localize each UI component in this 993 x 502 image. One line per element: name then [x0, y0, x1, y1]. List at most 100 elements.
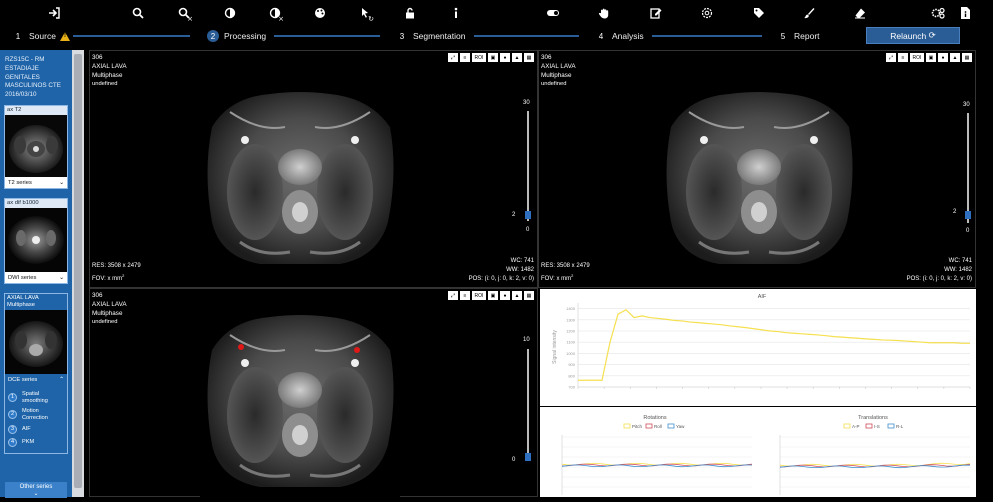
roi-button[interactable]: ROI: [472, 53, 486, 62]
step-text: Motion: [22, 408, 39, 414]
viewport-info: 306 AXIAL LAVA Multiphase undefined: [92, 291, 127, 327]
other-series-button[interactable]: Other series ⌄: [5, 482, 67, 498]
slice-slider[interactable]: [965, 113, 971, 223]
expand-icon[interactable]: ⤢: [448, 53, 458, 62]
viewport-top-left[interactable]: 306 AXIAL LAVA Multiphase undefined ⤢ ≡ RO…: [89, 50, 538, 288]
legend-swatch: [887, 423, 895, 429]
edit-icon[interactable]: [646, 3, 666, 23]
series-type: Multiphase: [92, 310, 123, 317]
step-segmentation[interactable]: 3 Segmentation: [396, 30, 466, 42]
roi-button[interactable]: ROI: [910, 53, 924, 62]
processing-step[interactable]: 3 AIF: [8, 425, 67, 434]
series-thumbnail[interactable]: [5, 208, 67, 272]
palette-icon[interactable]: [310, 3, 330, 23]
hand-icon[interactable]: [594, 3, 614, 23]
expand-icon[interactable]: ⤢: [886, 53, 896, 62]
chart-title: Rotations: [643, 415, 666, 421]
settings-icon[interactable]: [697, 3, 717, 23]
save-icon[interactable]: ▣: [488, 291, 498, 300]
y-tick-label: 1000: [566, 351, 576, 356]
contrast-x-icon[interactable]: ×: [265, 3, 285, 23]
lock-icon[interactable]: ▲: [512, 53, 522, 62]
series-select[interactable]: DWI series ⌄: [5, 272, 67, 283]
series-label: AXIAL LAVA Multiphase: [5, 294, 67, 310]
search-icon[interactable]: [128, 3, 148, 23]
slider-knob[interactable]: [525, 453, 531, 461]
list-icon[interactable]: ≡: [460, 53, 470, 62]
series-card-t2[interactable]: ax T2 T2 series ⌄: [4, 105, 68, 189]
processing-step[interactable]: 1 Spatial smoothing: [8, 391, 67, 404]
lock-icon[interactable]: ▲: [512, 291, 522, 300]
series-id: 306: [541, 54, 552, 61]
palette-icon[interactable]: ●: [500, 291, 510, 300]
legend-label: Roll: [654, 424, 662, 429]
legend-label: A-P: [852, 424, 860, 429]
step-connector: [274, 35, 380, 37]
series-card-dce[interactable]: AXIAL LAVA Multiphase DCE series ⌃ 1 Spati…: [4, 293, 68, 454]
processing-steps: 1 Spatial smoothing 2 Motion Correction 3 AIF…: [5, 385, 67, 453]
palette-icon[interactable]: ●: [938, 53, 948, 62]
scrollbar-thumb[interactable]: [74, 54, 82, 488]
mr-image[interactable]: [200, 72, 400, 272]
step-source[interactable]: 1 Source: [12, 30, 70, 42]
series-select[interactable]: T2 series ⌄: [5, 177, 67, 188]
contrast-icon[interactable]: [220, 3, 240, 23]
step-report[interactable]: 5 Report: [777, 30, 820, 42]
y-tick-label: 1400: [566, 306, 576, 311]
patient-info: RZS15C - RM ESTADIAJE GENITALES MASCULIN…: [5, 56, 61, 100]
chart-title: Translations: [858, 415, 888, 421]
viewport-bottom-left[interactable]: 306 AXIAL LAVA Multiphase undefined ⤢ ≡ RO…: [89, 288, 538, 497]
series-type: Multiphase: [92, 72, 123, 79]
series-thumbnail[interactable]: [5, 115, 67, 177]
processing-step[interactable]: 2 Motion Correction: [8, 408, 67, 421]
tags-icon[interactable]: [749, 3, 769, 23]
refresh-icon: ⟳: [928, 30, 936, 40]
lock-icon[interactable]: ▲: [950, 53, 960, 62]
series-select[interactable]: DCE series ⌃: [5, 374, 67, 385]
roi-button[interactable]: ROI: [472, 291, 486, 300]
relaunch-button[interactable]: Relaunch ⟳: [866, 27, 960, 44]
slider-knob[interactable]: [965, 211, 971, 219]
slider-knob[interactable]: [525, 211, 531, 219]
chart-title: AIF: [758, 294, 767, 300]
step-number: 1: [15, 31, 21, 41]
palette-icon[interactable]: ●: [500, 53, 510, 62]
grid-icon[interactable]: ▦: [524, 291, 534, 300]
list-icon[interactable]: ≡: [460, 291, 470, 300]
expand-icon[interactable]: ⤢: [448, 291, 458, 300]
slice-slider[interactable]: [525, 349, 531, 461]
other-series-label: Other series: [19, 484, 53, 490]
viewport-top-right[interactable]: 306 AXIAL LAVA Multiphase undefined ⤢ ≡ RO…: [538, 50, 976, 288]
mr-image[interactable]: [200, 293, 400, 497]
grid-icon[interactable]: ▦: [524, 53, 534, 62]
aif-chart: AIF Signal intensity 700 800 900 1000 1100 12…: [540, 289, 976, 406]
rotations-chart: Rotations Pitch Roll Yaw: [540, 407, 758, 497]
aif-roi-marker[interactable]: [238, 344, 244, 350]
patient-line: GENITALES: [5, 73, 40, 81]
series-thumbnail[interactable]: [5, 310, 67, 374]
series-select-value: T2 series: [8, 179, 32, 186]
sign-in-icon[interactable]: [44, 3, 64, 23]
aif-roi-marker[interactable]: [354, 347, 360, 353]
grid-icon[interactable]: ▦: [962, 53, 972, 62]
step-processing[interactable]: 2 Processing: [207, 30, 266, 42]
info-icon[interactable]: [446, 3, 466, 23]
list-icon[interactable]: ≡: [898, 53, 908, 62]
file-info-icon[interactable]: [955, 3, 975, 23]
search-x-icon[interactable]: ×: [174, 3, 194, 23]
series-card-dwi[interactable]: ax dif b1000 DWI series ⌄: [4, 198, 68, 284]
series-name: AXIAL LAVA: [92, 63, 127, 70]
brush-icon[interactable]: [799, 3, 819, 23]
eraser-icon[interactable]: [850, 3, 870, 23]
save-icon[interactable]: ▣: [488, 53, 498, 62]
save-icon[interactable]: ▣: [926, 53, 936, 62]
processing-step[interactable]: 4 PKM: [8, 438, 67, 447]
step-analysis[interactable]: 4 Analysis: [595, 30, 644, 42]
unlock-icon[interactable]: [400, 3, 420, 23]
cogs-icon[interactable]: [928, 3, 948, 23]
pointer-refresh-icon[interactable]: ↻: [355, 3, 375, 23]
toggle-icon[interactable]: [543, 3, 563, 23]
slice-slider[interactable]: [525, 111, 531, 221]
sidebar-scrollbar[interactable]: [72, 50, 84, 497]
mr-image[interactable]: [659, 72, 859, 272]
